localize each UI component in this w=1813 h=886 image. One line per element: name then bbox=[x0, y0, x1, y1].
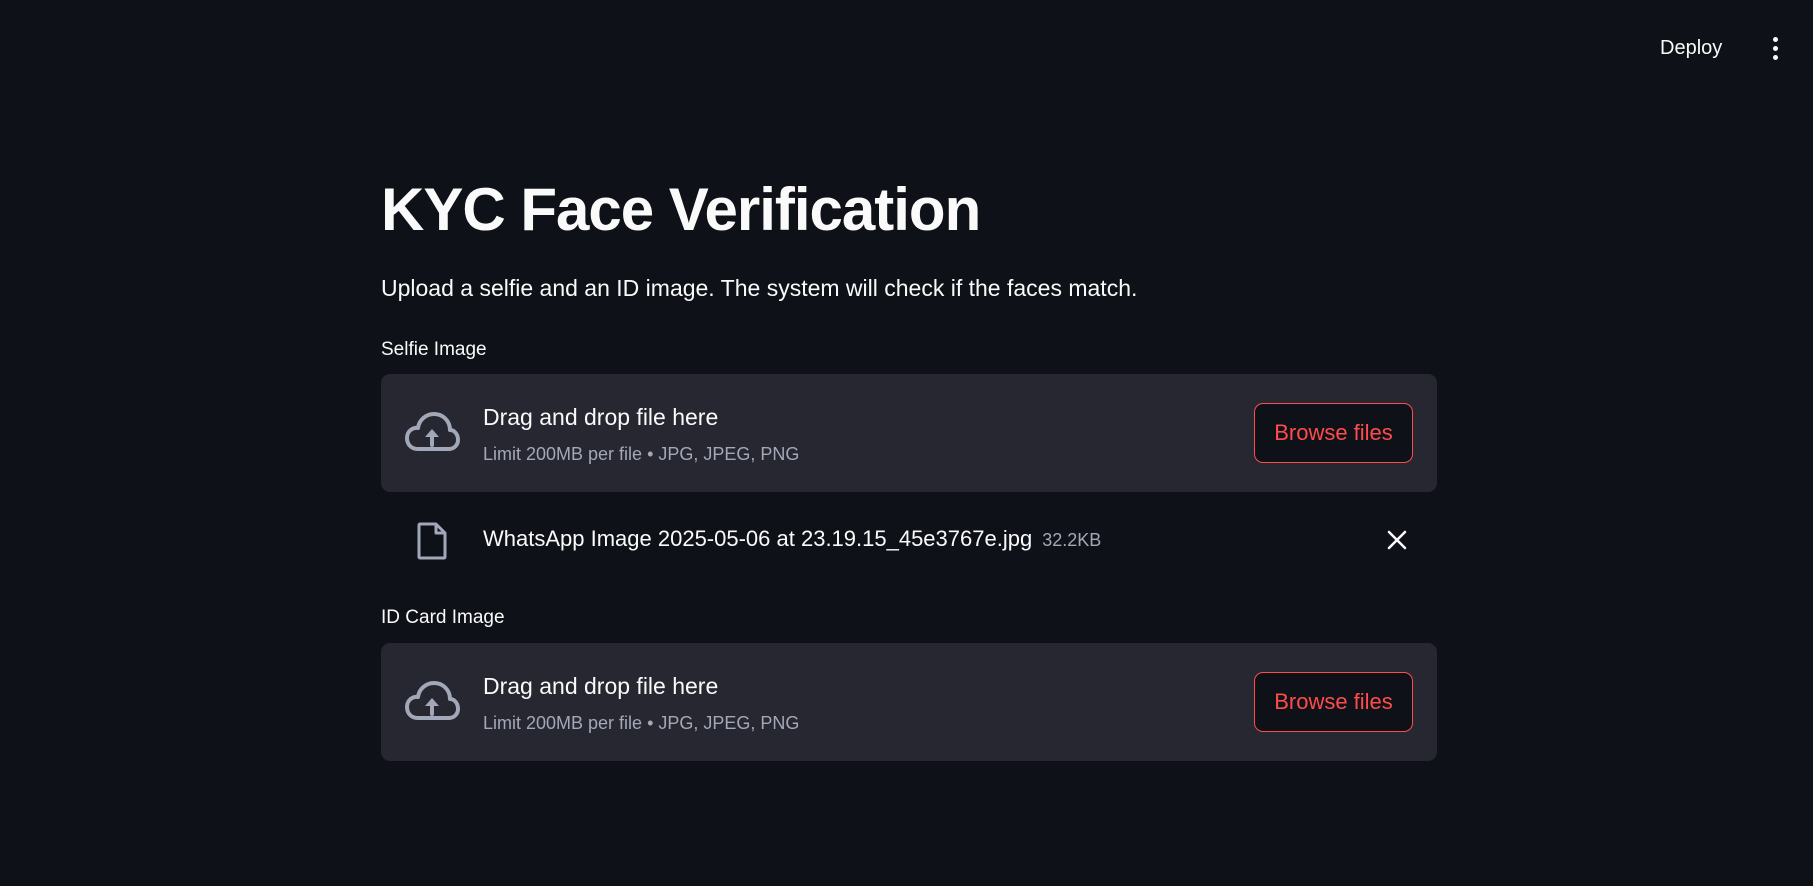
close-icon[interactable] bbox=[1384, 527, 1410, 553]
main-menu-button[interactable] bbox=[1765, 34, 1785, 62]
id-card-uploader-label: ID Card Image bbox=[381, 607, 505, 628]
uploaded-file-item: WhatsApp Image 2025-05-06 at 23.19.15_45… bbox=[381, 512, 1437, 568]
dropzone-limit-text: Limit 200MB per file • JPG, JPEG, PNG bbox=[483, 444, 800, 464]
app-header: Deploy bbox=[0, 0, 1813, 96]
deploy-button[interactable]: Deploy bbox=[1660, 34, 1722, 62]
dropzone-instruction: Drag and drop file here bbox=[483, 404, 719, 430]
uploaded-file-name: WhatsApp Image 2025-05-06 at 23.19.15_45… bbox=[483, 524, 1101, 555]
page-title: KYC Face Verification bbox=[381, 176, 981, 243]
file-name-text: WhatsApp Image 2025-05-06 at 23.19.15_45… bbox=[483, 526, 1033, 551]
dropzone-instruction: Drag and drop file here bbox=[483, 673, 719, 699]
page-subtitle: Upload a selfie and an ID image. The sys… bbox=[381, 275, 1138, 301]
selfie-uploader-label: Selfie Image bbox=[381, 339, 487, 360]
browse-files-button[interactable]: Browse files bbox=[1254, 403, 1413, 463]
more-vertical-icon bbox=[1772, 36, 1778, 42]
file-icon bbox=[417, 522, 447, 560]
selfie-dropzone[interactable]: Drag and drop file here Limit 200MB per … bbox=[381, 374, 1437, 492]
cloud-upload-icon bbox=[405, 412, 460, 451]
more-vertical-icon-dot bbox=[1772, 54, 1778, 60]
id-card-dropzone[interactable]: Drag and drop file here Limit 200MB per … bbox=[381, 643, 1437, 761]
more-vertical-icon-dot bbox=[1772, 45, 1778, 51]
browse-files-button[interactable]: Browse files bbox=[1254, 672, 1413, 732]
dropzone-limit-text: Limit 200MB per file • JPG, JPEG, PNG bbox=[483, 713, 800, 733]
file-size: 32.2KB bbox=[1042, 530, 1102, 550]
cloud-upload-icon bbox=[405, 681, 460, 720]
